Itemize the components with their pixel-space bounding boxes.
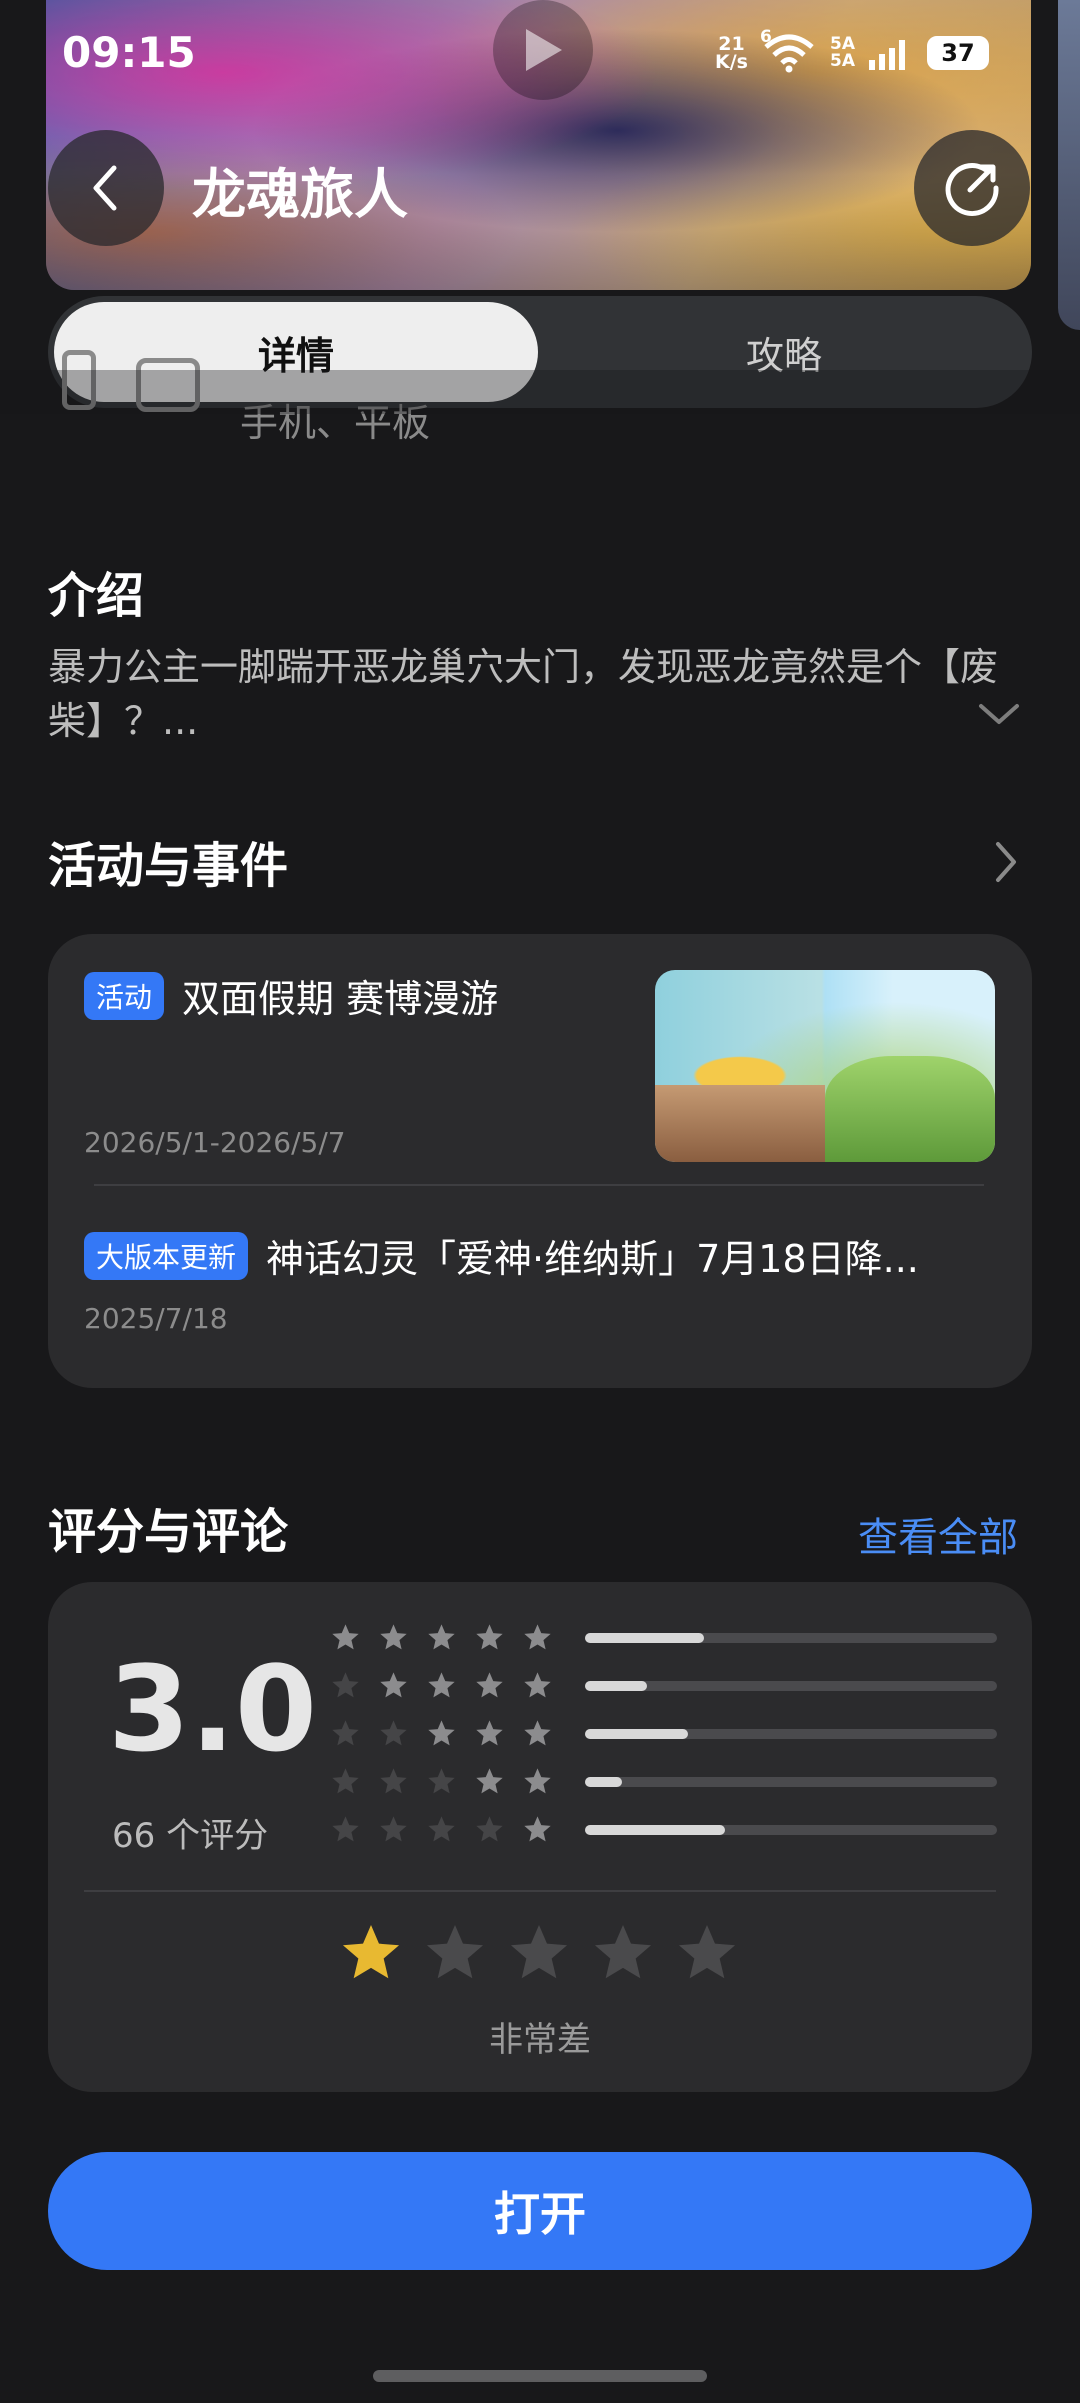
- star-icon: [524, 1624, 551, 1650]
- net-speed-unit: K/s: [715, 51, 748, 73]
- rate-star-icon-5[interactable]: [674, 1920, 740, 1986]
- events-divider: [94, 1184, 984, 1186]
- distribution-bar-fill: [585, 1729, 688, 1739]
- user-rating-stars[interactable]: [338, 1920, 740, 1986]
- star-icon: [476, 1624, 503, 1650]
- distribution-bar-fill: [585, 1825, 726, 1835]
- distribution-bar-5: [585, 1633, 997, 1643]
- chevron-right-icon: [996, 842, 1016, 882]
- event-item-1[interactable]: 活动 双面假期 赛博漫游: [84, 968, 498, 1023]
- rating-count: 66 个评分: [112, 1816, 269, 1856]
- distribution-stars-5: [330, 1622, 553, 1653]
- home-indicator[interactable]: [373, 2370, 707, 2382]
- distribution-bar-1: [585, 1825, 997, 1835]
- battery-indicator: 37: [926, 36, 989, 70]
- rate-star-icon-1[interactable]: [338, 1920, 404, 1986]
- rate-star-icon-3[interactable]: [506, 1920, 572, 1986]
- event-title: 双面假期 赛博漫游: [182, 977, 499, 1021]
- status-time: 09:15: [62, 28, 196, 77]
- user-rating-label: 非常差: [489, 2020, 591, 2060]
- ratings-heading: 评分与评论: [48, 1504, 289, 1560]
- star-icon: [524, 1720, 551, 1746]
- intro-heading: 介绍: [48, 568, 145, 624]
- back-button[interactable]: [48, 130, 164, 246]
- distribution-stars-1: [330, 1814, 553, 1845]
- rate-star-icon-2[interactable]: [422, 1920, 488, 1986]
- distribution-bar-2: [585, 1777, 997, 1787]
- view-all-link[interactable]: 查看全部: [858, 1505, 1018, 1563]
- distribution-stars-2: [330, 1766, 553, 1797]
- play-video-button[interactable]: [493, 0, 593, 100]
- star-icon: [524, 1672, 551, 1698]
- events-more-button[interactable]: [990, 838, 1020, 890]
- star-icon: [476, 1672, 503, 1698]
- star-icon: [428, 1624, 455, 1650]
- share-button[interactable]: [914, 130, 1030, 246]
- star-icon: [380, 1768, 407, 1794]
- expand-intro-button[interactable]: [976, 700, 1022, 734]
- sim-labels: 5A 5A: [830, 36, 855, 70]
- event-item-2[interactable]: 大版本更新 神话幻灵「爱神·维纳斯」7月18日降...: [84, 1228, 1004, 1283]
- star-icon: [428, 1816, 455, 1842]
- star-icon: [428, 1672, 455, 1698]
- play-icon: [526, 29, 562, 71]
- star-icon: [380, 1816, 407, 1842]
- star-icon: [428, 1768, 455, 1794]
- event-title: 神话幻灵「爱神·维纳斯」7月18日降...: [266, 1237, 919, 1281]
- distribution-stars-4: [330, 1670, 553, 1701]
- events-heading: 活动与事件: [48, 838, 289, 894]
- share-icon: [945, 163, 999, 216]
- distribution-bar-fill: [585, 1681, 647, 1691]
- star-icon: [476, 1768, 503, 1794]
- event-tag: 活动: [84, 971, 165, 1020]
- ratings-divider: [84, 1890, 996, 1892]
- star-icon: [380, 1720, 407, 1746]
- distribution-bar-fill: [585, 1777, 623, 1787]
- open-app-button[interactable]: 打开: [48, 2152, 1032, 2270]
- chevron-left-icon: [93, 165, 117, 211]
- event-thumbnail[interactable]: [655, 970, 995, 1162]
- page-title: 龙魂旅人: [192, 163, 408, 226]
- distribution-bar-4: [585, 1681, 997, 1691]
- thumb-hill: [825, 1056, 995, 1162]
- net-speed: 21 K/s: [715, 35, 748, 73]
- wifi-icon: 6: [760, 27, 816, 73]
- event-tag: 大版本更新: [84, 1231, 249, 1280]
- star-icon: [524, 1768, 551, 1794]
- star-icon: [380, 1672, 407, 1698]
- next-banner-edge: [1058, 0, 1080, 330]
- star-icon: [332, 1624, 359, 1650]
- sim2-label: 5A: [829, 51, 855, 71]
- thumb-room-floor: [655, 1085, 825, 1162]
- distribution-bar-fill: [585, 1633, 705, 1643]
- wifi-badge: 6: [759, 27, 772, 47]
- distribution-stars-3: [330, 1718, 553, 1749]
- star-icon: [332, 1720, 359, 1746]
- average-score: 3.0: [108, 1640, 318, 1778]
- star-icon: [428, 1720, 455, 1746]
- star-icon: [476, 1816, 503, 1842]
- star-icon: [332, 1672, 359, 1698]
- event-date: 2026/5/1-2026/5/7: [84, 1126, 346, 1159]
- star-icon: [332, 1816, 359, 1842]
- distribution-bar-3: [585, 1729, 997, 1739]
- star-icon: [332, 1768, 359, 1794]
- event-date: 2025/7/18: [84, 1302, 228, 1335]
- star-icon: [380, 1624, 407, 1650]
- star-icon: [524, 1816, 551, 1842]
- intro-text: 暴力公主一脚踹开恶龙巢穴大门，发现恶龙竟然是个【废柴】？...: [48, 645, 999, 743]
- star-icon: [476, 1720, 503, 1746]
- status-indicators: 21 K/s 6 5A 5A 37: [715, 27, 989, 76]
- chevron-down-icon: [979, 704, 1019, 724]
- scroll-fade: [0, 370, 1080, 414]
- rate-star-icon-4[interactable]: [590, 1920, 656, 1986]
- signal-icon: [868, 40, 905, 70]
